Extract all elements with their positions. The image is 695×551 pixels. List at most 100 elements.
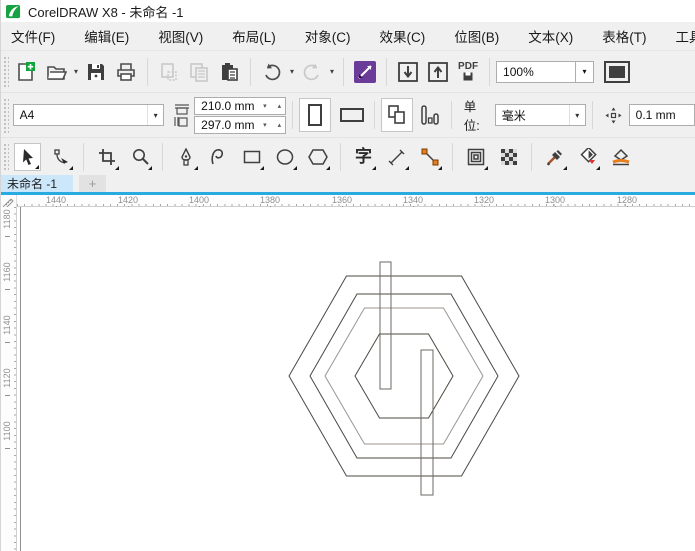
plus-icon: + <box>88 176 97 191</box>
open-dropdown-caret[interactable]: ▾ <box>71 67 81 76</box>
save-button[interactable] <box>81 57 111 87</box>
page-height-field[interactable]: 297.0 mm ▾ ▴ <box>194 115 287 134</box>
propbar-grip[interactable] <box>2 97 9 133</box>
ruler-label: 1440 <box>45 195 67 211</box>
page-size-dropdown-caret: ▾ <box>147 105 163 125</box>
menu-view[interactable]: 视图(V) <box>158 22 203 50</box>
hexagon-shape[interactable] <box>354 333 454 419</box>
ruler-label: 1140 <box>2 311 12 339</box>
pick-tool[interactable] <box>14 142 41 171</box>
pen-tool[interactable] <box>172 143 199 171</box>
paste-button[interactable] <box>214 57 244 87</box>
interactive-fill-tool[interactable] <box>574 143 601 171</box>
fullscreen-preview-button[interactable] <box>602 57 632 87</box>
menu-edit[interactable]: 编辑(E) <box>84 22 129 50</box>
shape-tool[interactable] <box>47 143 74 171</box>
standard-toolbar: ▾ ▾ ▾ PDF 100% ▾ <box>1 50 695 92</box>
rectangle-tool[interactable] <box>238 143 265 171</box>
undo-dropdown-caret[interactable]: ▾ <box>287 67 297 76</box>
print-button[interactable] <box>111 57 141 87</box>
smart-fill-tool[interactable] <box>607 143 634 171</box>
toolbar-separator <box>489 57 491 86</box>
dimension-tool[interactable] <box>383 143 410 171</box>
eyedropper-tool[interactable] <box>541 143 568 171</box>
page-height-value: 297.0 mm <box>201 117 255 132</box>
page-size-fields: 210.0 mm ▾ ▴ 297.0 mm ▾ ▴ <box>194 96 287 134</box>
property-bar: A4 ▾ 210.0 mm ▾ ▴ 297.0 mm ▾ ▴ 单位: 毫米 ▾ … <box>1 92 695 137</box>
menu-bitmaps[interactable]: 位图(B) <box>454 22 499 50</box>
toolbar-grip[interactable] <box>2 55 9 88</box>
redo-dropdown-caret[interactable]: ▾ <box>327 67 337 76</box>
hexagon-shape[interactable] <box>288 275 520 477</box>
menu-file[interactable]: 文件(F) <box>11 22 55 50</box>
polygon-tool[interactable] <box>304 143 331 171</box>
open-button[interactable] <box>41 57 71 87</box>
dimension-tool-icon <box>388 149 404 165</box>
document-tab-bar: 未命名 -1 + <box>1 175 695 192</box>
page-dimensions-button[interactable] <box>415 98 445 132</box>
new-document-button[interactable] <box>11 57 41 87</box>
menu-text[interactable]: 文本(X) <box>528 22 573 50</box>
shape-tool-icon <box>53 148 68 166</box>
new-document-tab-button[interactable]: + <box>79 175 106 192</box>
all-pages-button[interactable] <box>380 98 413 132</box>
export-button[interactable] <box>423 57 453 87</box>
redo-icon <box>303 63 319 80</box>
ruler-ticks <box>14 207 16 551</box>
zoom-level-value: 100% <box>503 64 534 79</box>
transparency-tool[interactable] <box>495 143 522 171</box>
units-value: 毫米 <box>501 108 526 123</box>
nudge-offset-button <box>599 100 629 130</box>
publish-pdf-button[interactable]: PDF <box>453 57 483 87</box>
toolbar-separator <box>386 57 388 86</box>
crop-tool-icon <box>98 148 115 165</box>
zoom-level-dropdown[interactable]: ▾ <box>576 60 595 83</box>
page-size-combobox[interactable]: A4 ▾ <box>12 104 165 126</box>
menu-object[interactable]: 对象(C) <box>305 22 351 50</box>
horizontal-ruler[interactable]: 1440 1420 1400 1380 1360 1340 1320 1300 … <box>1 195 695 211</box>
ruler-label: 1160 <box>2 258 12 286</box>
menu-layout[interactable]: 布局(L) <box>232 22 276 50</box>
vertical-ruler[interactable]: 1180 1160 1140 1120 1100 <box>1 207 17 551</box>
document-tab-active[interactable]: 未命名 -1 <box>1 175 73 192</box>
page-height-spinner[interactable]: ▾ ▴ <box>263 121 285 129</box>
propbar-separator <box>292 101 294 129</box>
page-width-field[interactable]: 210.0 mm ▾ ▴ <box>194 96 287 115</box>
toolbox-separator <box>531 142 532 171</box>
portrait-button[interactable] <box>299 98 332 132</box>
menu-tools[interactable]: 工具(O) <box>676 22 695 50</box>
ellipse-tool[interactable] <box>271 143 298 171</box>
zoom-level-combobox[interactable]: 100% <box>496 60 577 83</box>
hexagon-shape[interactable] <box>309 293 499 459</box>
rectangle-shape[interactable] <box>420 349 434 496</box>
zoom-tool[interactable] <box>126 143 153 171</box>
nudge-offset-field[interactable]: 0.1 mm <box>628 104 695 126</box>
coreldraw-logo-icon <box>6 4 21 18</box>
print-icon <box>117 62 135 81</box>
drawing-canvas[interactable] <box>17 207 695 551</box>
crop-tool[interactable] <box>93 143 120 171</box>
import-button[interactable] <box>393 57 423 87</box>
text-tool[interactable]: 字 <box>350 143 377 171</box>
connector-tool[interactable] <box>416 143 443 171</box>
contour-tool[interactable] <box>462 143 489 171</box>
freehand-tool[interactable] <box>205 143 232 171</box>
undo-button[interactable] <box>257 57 287 87</box>
coreldraw-window: CorelDRAW X8 - 未命名 -1 文件(F) 编辑(E) 视图(V) … <box>0 0 695 551</box>
search-content-button[interactable] <box>350 57 380 87</box>
toolbox-grip[interactable] <box>2 142 9 171</box>
menu-bar: 文件(F) 编辑(E) 视图(V) 布局(L) 对象(C) 效果(C) 位图(B… <box>1 22 695 50</box>
drawing-svg[interactable] <box>17 207 695 551</box>
page-dimensions-icon <box>421 105 439 125</box>
landscape-button[interactable] <box>335 98 367 132</box>
landscape-icon <box>339 108 364 122</box>
contour-tool-icon <box>467 148 484 165</box>
page-width-spinner[interactable]: ▾ ▴ <box>263 102 285 110</box>
rectangle-shape[interactable] <box>379 261 392 390</box>
menu-table[interactable]: 表格(T) <box>602 22 646 50</box>
units-combobox[interactable]: 毫米 ▾ <box>494 104 586 126</box>
polygon-tool-icon <box>307 148 328 165</box>
toolbar-separator <box>147 57 149 86</box>
menu-effects[interactable]: 效果(C) <box>380 22 426 50</box>
hexagon-shape[interactable] <box>324 307 484 445</box>
